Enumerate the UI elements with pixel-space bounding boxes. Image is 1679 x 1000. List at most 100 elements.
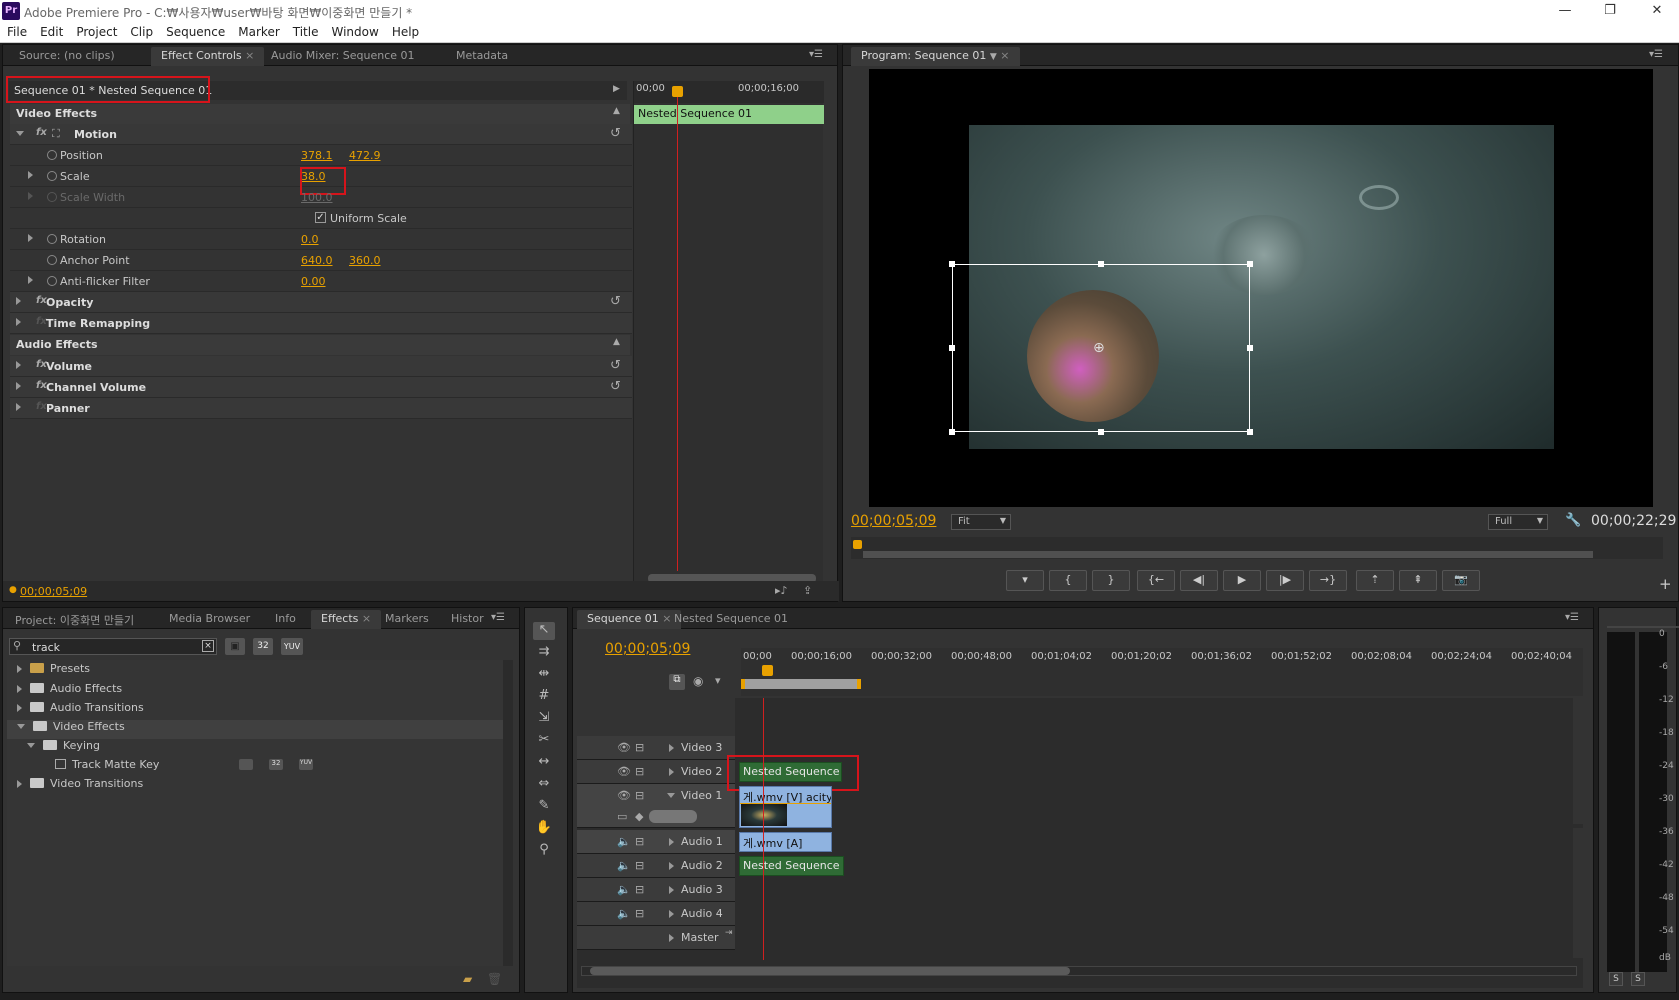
antiflicker-value[interactable]: 0.00: [301, 275, 326, 288]
panner-row[interactable]: fx Panner: [10, 398, 632, 419]
channel-volume-row[interactable]: fx Channel Volume ↺: [10, 377, 632, 398]
opacity-row[interactable]: fx Opacity ↺: [10, 292, 632, 313]
rolling-edit-tool-icon[interactable]: #: [533, 688, 555, 706]
tab-metadata[interactable]: Metadata: [446, 47, 518, 66]
sync-lock-icon[interactable]: ⊟: [635, 859, 644, 872]
volume-row[interactable]: fx Volume ↺: [10, 356, 632, 377]
stopwatch-icon[interactable]: [47, 234, 57, 244]
expand-icon[interactable]: [28, 234, 33, 242]
hand-tool-icon[interactable]: ✋: [533, 820, 555, 838]
expand-icon[interactable]: [17, 685, 22, 693]
play-audio-icon[interactable]: ▸♪: [775, 584, 788, 597]
sync-lock-icon[interactable]: ⊟: [635, 907, 644, 920]
step-back-button[interactable]: ◀|: [1180, 570, 1218, 591]
collapse-icon[interactable]: ▲: [613, 337, 620, 347]
transform-handle[interactable]: [949, 345, 955, 351]
new-bin-icon[interactable]: ▰: [463, 972, 472, 986]
tree-item-video-transitions[interactable]: Video Transitions: [17, 777, 143, 796]
expand-icon[interactable]: [17, 724, 25, 729]
playhead-icon[interactable]: [762, 665, 773, 676]
panel-menu-icon[interactable]: ▾☰: [809, 49, 823, 60]
yuv-effects-icon[interactable]: YUV: [281, 638, 303, 655]
32bit-effects-icon[interactable]: 32: [253, 638, 273, 655]
menu-marker[interactable]: Marker: [231, 23, 285, 39]
collapse-icon[interactable]: ▲: [613, 106, 620, 116]
scrollbar-thumb[interactable]: [590, 967, 1070, 975]
play-button[interactable]: ▶: [1223, 570, 1261, 591]
clip-audio-1[interactable]: 게.wmv [A]: [739, 832, 832, 852]
expand-icon[interactable]: [669, 934, 674, 942]
tab-program[interactable]: Program: Sequence 01 ▼ ×: [851, 47, 1020, 66]
expand-icon[interactable]: [16, 403, 21, 411]
menu-sequence[interactable]: Sequence: [159, 23, 231, 39]
expand-icon[interactable]: [16, 131, 24, 136]
solo-right-button[interactable]: S: [1631, 972, 1645, 986]
expand-icon[interactable]: [16, 361, 21, 369]
slide-tool-icon[interactable]: ⇔: [533, 776, 555, 794]
opacity-line[interactable]: [740, 803, 831, 804]
expand-icon[interactable]: [667, 793, 675, 798]
accelerated-effects-icon[interactable]: ▣: [225, 638, 245, 655]
slip-tool-icon[interactable]: ↔: [533, 754, 555, 772]
tab-project[interactable]: Project: 이중화면 만들기: [5, 610, 144, 629]
track-audio-2[interactable]: 🔈 ⊟ Audio 2: [577, 854, 735, 878]
program-video-frame[interactable]: ⊕: [869, 69, 1653, 507]
transform-handle[interactable]: [1098, 429, 1104, 435]
expand-icon[interactable]: [17, 780, 22, 788]
timeline-ruler[interactable]: 00;00 00;00;16;00 00;00;32;00 00;00;48;0…: [741, 648, 1583, 696]
expand-icon[interactable]: [17, 704, 22, 712]
reset-icon[interactable]: ↺: [610, 294, 621, 309]
timeline-timecode[interactable]: 00;00;05;09: [605, 641, 690, 657]
selection-tool-icon[interactable]: ↖: [533, 622, 555, 640]
stopwatch-icon[interactable]: [47, 171, 57, 181]
ripple-edit-tool-icon[interactable]: ⇹: [533, 666, 555, 684]
track-select-tool-icon[interactable]: ⇉: [533, 644, 555, 662]
delete-icon[interactable]: 🗑: [487, 972, 502, 986]
ec-timecode[interactable]: 00;00;05;09: [20, 585, 87, 598]
program-scrub-bar[interactable]: [851, 537, 1663, 559]
snap-icon[interactable]: ⧉: [669, 674, 685, 690]
zoom-tool-icon[interactable]: ⚲: [533, 842, 555, 860]
tab-close-icon[interactable]: ×: [1000, 49, 1009, 62]
tab-media-browser[interactable]: Media Browser: [159, 610, 260, 629]
reset-icon[interactable]: ↺: [610, 358, 621, 373]
menu-title[interactable]: Title: [286, 23, 325, 39]
sync-lock-icon[interactable]: ⊟: [635, 789, 644, 802]
speaker-icon[interactable]: 🔈: [617, 907, 631, 920]
fit-dropdown[interactable]: Fit ▼: [951, 514, 1011, 530]
tab-nested-sequence-01[interactable]: Nested Sequence 01: [664, 610, 798, 629]
lift-button[interactable]: ⇡: [1356, 570, 1394, 591]
track-audio-3[interactable]: 🔈 ⊟ Audio 3: [577, 878, 735, 902]
motion-row[interactable]: fx ⛶ Motion ↺: [10, 124, 632, 145]
keyframe-icon[interactable]: ◉: [693, 674, 703, 688]
panel-menu-icon[interactable]: ▾☰: [1649, 49, 1663, 60]
playhead-icon[interactable]: [672, 86, 683, 97]
tab-close-icon[interactable]: ×: [362, 612, 371, 625]
reset-icon[interactable]: ↺: [610, 126, 621, 141]
transform-handle[interactable]: [1247, 345, 1253, 351]
pen-tool-icon[interactable]: ✎: [533, 798, 555, 816]
tab-source[interactable]: Source: (no clips): [9, 47, 125, 66]
rotation-value[interactable]: 0.0: [301, 233, 319, 246]
expand-icon[interactable]: [16, 297, 21, 305]
mark-out-button[interactable]: }: [1092, 570, 1130, 591]
menu-file[interactable]: File: [0, 23, 33, 39]
go-to-out-button[interactable]: →}: [1309, 570, 1347, 591]
display-style-icon[interactable]: ▭: [617, 810, 627, 823]
button-editor-plus-icon[interactable]: +: [1659, 575, 1672, 593]
position-y-value[interactable]: 472.9: [349, 149, 381, 162]
anchor-y-value[interactable]: 360.0: [349, 254, 381, 267]
effects-scrollbar[interactable]: [503, 660, 513, 966]
add-marker-icon[interactable]: ▾: [715, 674, 721, 687]
clear-search-icon[interactable]: ×: [202, 640, 214, 652]
tab-audio-mixer[interactable]: Audio Mixer: Sequence 01: [261, 47, 425, 66]
keyframe-nav-icon[interactable]: ◆: [635, 810, 643, 823]
video-tracks-scrollbar[interactable]: [1573, 698, 1583, 824]
stopwatch-icon[interactable]: [47, 276, 57, 286]
expand-icon[interactable]: [669, 886, 674, 894]
keyframe-toggle[interactable]: [649, 810, 697, 823]
resolution-dropdown[interactable]: Full ▼: [1488, 514, 1548, 530]
expand-icon[interactable]: [16, 318, 21, 326]
fx-icon[interactable]: fx: [36, 127, 47, 138]
expand-icon[interactable]: [669, 910, 674, 918]
